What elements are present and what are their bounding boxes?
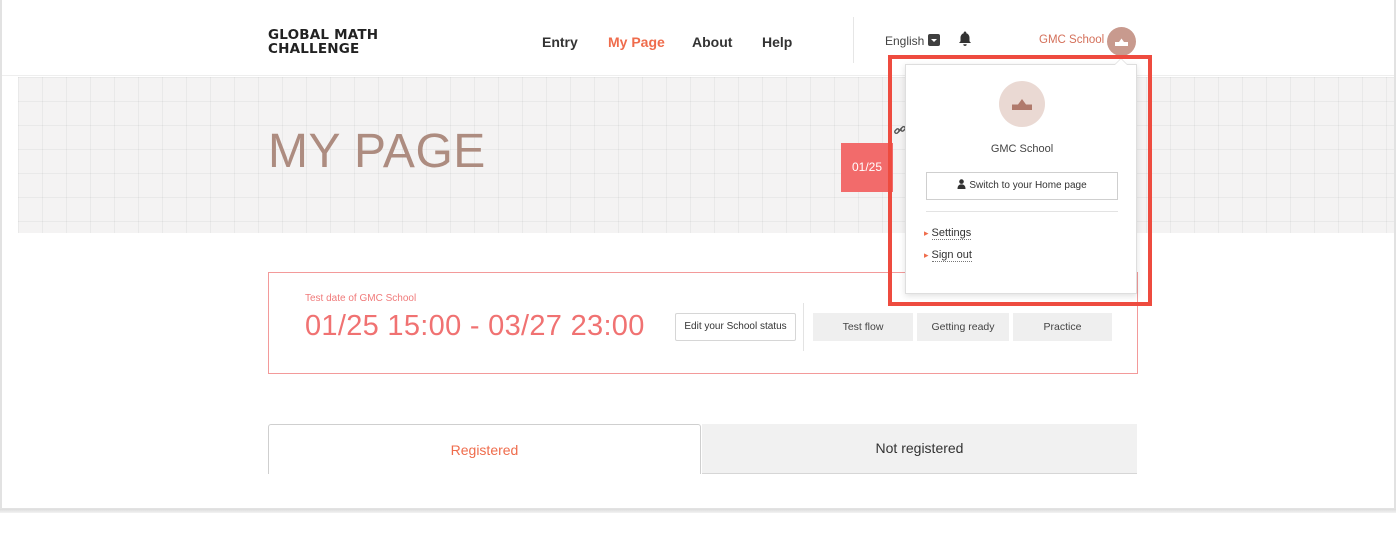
switch-home-page-button[interactable]: Switch to your Home page — [926, 172, 1118, 200]
panel-divider — [803, 303, 804, 351]
sign-out-link[interactable]: ▸ Sign out — [924, 249, 972, 262]
language-selector[interactable]: English — [885, 34, 941, 48]
school-icon — [1012, 99, 1032, 110]
tab-not-registered[interactable]: Not registered — [702, 424, 1137, 474]
practice-button[interactable]: Practice — [1013, 313, 1112, 341]
test-date-label: Test date of GMC School — [305, 293, 417, 304]
nav-entry[interactable]: Entry — [542, 34, 578, 50]
nav-about[interactable]: About — [692, 34, 732, 50]
bell-icon[interactable] — [957, 30, 973, 48]
sign-out-label: Sign out — [931, 249, 972, 262]
language-dropdown-icon — [928, 34, 941, 46]
nav-my-page[interactable]: My Page — [608, 34, 665, 50]
getting-ready-button[interactable]: Getting ready — [917, 313, 1009, 341]
site-header: GLOBAL MATH CHALLENGE Entry My Page Abou… — [2, 0, 1394, 76]
user-avatar[interactable] — [1107, 27, 1136, 56]
dropdown-divider — [926, 211, 1118, 212]
edit-school-status-button[interactable]: Edit your School status — [675, 313, 796, 341]
nav-help[interactable]: Help — [762, 34, 792, 50]
settings-label: Settings — [931, 227, 972, 240]
settings-link[interactable]: ▸ Settings — [924, 227, 972, 240]
bullet-icon: ▸ — [924, 250, 929, 260]
user-icon — [957, 179, 966, 189]
browser-frame: GLOBAL MATH CHALLENGE Entry My Page Abou… — [0, 0, 1396, 510]
dropdown-avatar — [999, 81, 1045, 127]
frame-shadow — [0, 509, 1396, 513]
page-title: MY PAGE — [268, 125, 486, 178]
logo-line-2: CHALLENGE — [268, 41, 360, 57]
dropdown-user-name: GMC School — [990, 143, 1054, 155]
tab-registered[interactable]: Registered — [268, 424, 701, 474]
date-tag: 01/25 — [841, 143, 893, 192]
hero-banner — [18, 77, 1394, 233]
test-flow-button[interactable]: Test flow — [813, 313, 913, 341]
site-logo[interactable]: GLOBAL MATH CHALLENGE — [268, 28, 378, 56]
user-dropdown-menu: GMC School Switch to your Home page ▸ Set… — [905, 58, 1137, 294]
switch-home-page-label: Switch to your Home page — [969, 180, 1087, 191]
header-divider — [853, 17, 854, 63]
user-menu-name[interactable]: GMC School — [1039, 34, 1104, 46]
test-date-range: 01/25 15:00 - 03/27 23:00 — [305, 310, 645, 342]
bullet-icon: ▸ — [924, 228, 929, 238]
school-icon — [1115, 38, 1128, 46]
language-label: English — [885, 34, 925, 48]
logo-line-1: GLOBAL MATH — [268, 27, 379, 43]
